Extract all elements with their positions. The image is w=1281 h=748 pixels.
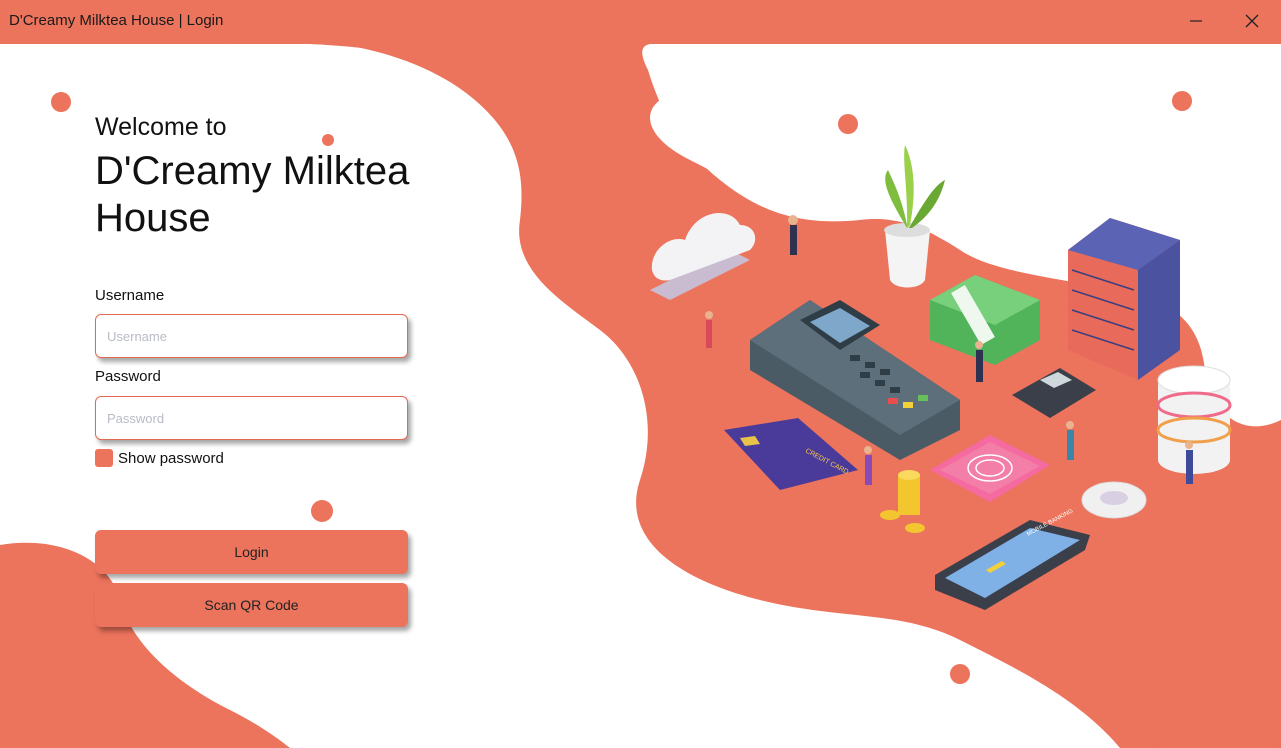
decor-dot	[51, 92, 71, 112]
brand-title: D'Creamy Milktea House	[95, 149, 410, 240]
decor-dot	[950, 664, 970, 684]
gear-icon	[1081, 481, 1147, 519]
show-password-label: Show password	[118, 449, 224, 467]
person-icon	[788, 215, 798, 255]
show-password-checkbox[interactable]	[95, 449, 113, 467]
password-input[interactable]	[95, 396, 408, 440]
close-button[interactable]	[1226, 0, 1278, 42]
plant-icon	[884, 145, 945, 288]
minimize-button[interactable]	[1170, 0, 1222, 42]
coins-icon	[880, 470, 925, 533]
minimize-icon	[1190, 20, 1202, 22]
scan-qr-button[interactable]: Scan QR Code	[95, 583, 408, 627]
decor-dot	[1172, 91, 1192, 111]
database-icon	[1156, 365, 1232, 474]
credit-card-icon: CREDIT CARD	[724, 418, 858, 490]
person-icon	[1066, 421, 1074, 460]
decor-dot	[838, 114, 858, 134]
username-label: Username	[95, 287, 165, 304]
cash-stack-icon	[930, 275, 1040, 365]
fingerprint-icon	[930, 435, 1050, 502]
person-icon	[864, 446, 872, 485]
window-title: D'Creamy Milktea House | Login	[9, 12, 224, 29]
payment-illustration: CREDIT CARD MOBILE BANKING	[650, 145, 1232, 610]
username-input[interactable]	[95, 314, 408, 358]
decor-dot	[311, 500, 333, 522]
calculator-icon	[1012, 368, 1096, 418]
person-icon	[705, 311, 713, 348]
cloud-icon	[650, 213, 756, 300]
person-icon	[1185, 441, 1193, 484]
server-rack-icon	[1068, 218, 1180, 380]
title-bar: D'Creamy Milktea House | Login	[0, 0, 1281, 42]
decor-dot	[322, 134, 334, 146]
mobile-phone-icon: MOBILE BANKING	[935, 508, 1090, 610]
login-button[interactable]: Login	[95, 530, 408, 574]
show-password-toggle[interactable]: Show password	[95, 449, 224, 467]
close-icon	[1245, 14, 1259, 28]
person-icon	[975, 341, 983, 382]
password-label: Password	[95, 368, 161, 385]
welcome-text: Welcome to	[95, 113, 227, 141]
